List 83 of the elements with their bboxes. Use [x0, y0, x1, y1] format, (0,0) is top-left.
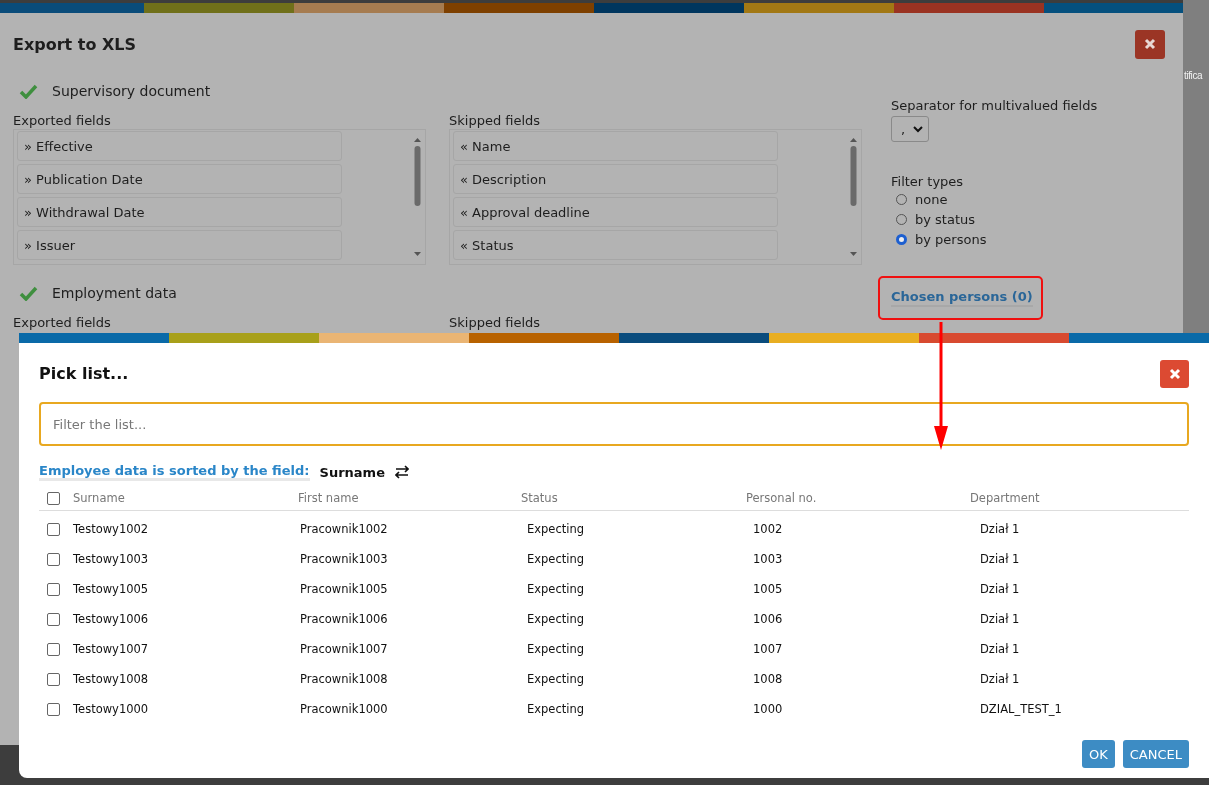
- cancel-button[interactable]: CANCEL: [1122, 740, 1189, 768]
- close-icon: [1144, 38, 1156, 50]
- table-cell-text: DZIAL_TEST_1: [979, 702, 1063, 716]
- field-label: Skipped fields: [449, 112, 542, 129]
- checkbox[interactable]: [47, 642, 60, 656]
- checkbox[interactable]: [47, 672, 60, 686]
- column-header[interactable]: Surname: [73, 491, 298, 505]
- checkbox[interactable]: [47, 522, 60, 536]
- table-cell-text: Dział 1: [979, 522, 1021, 536]
- radio-label: by status: [915, 211, 976, 227]
- table-cell-text: Expecting: [526, 642, 586, 656]
- page-text: tifica: [1184, 70, 1203, 81]
- table-cell-text: Dział 1: [979, 552, 1021, 566]
- table-cell-text: Testowy1002: [73, 522, 150, 536]
- table-cell-text: Pracownik1008: [299, 672, 389, 686]
- list-item[interactable]: » Issuer: [17, 230, 342, 260]
- list-item[interactable]: « Name: [453, 131, 778, 161]
- dialog-title: Pick list...: [39, 364, 129, 383]
- table-cell-text: 1005: [752, 582, 784, 596]
- table-cell-text: 1007: [752, 642, 784, 656]
- table-cell-text: Dział 1: [979, 642, 1021, 656]
- checkbox[interactable]: [47, 582, 60, 596]
- table-cell-text: Pracownik1005: [299, 582, 389, 596]
- section-title: Supervisory document: [52, 83, 211, 99]
- sort-field[interactable]: Surname: [319, 464, 385, 480]
- table-cell-text: 1006: [752, 612, 784, 626]
- table-cell-text: Testowy1007: [73, 642, 150, 656]
- column-header[interactable]: Personal no.: [746, 491, 970, 505]
- column-header[interactable]: Status: [521, 491, 746, 505]
- chevron-icon: [913, 125, 923, 133]
- close-button[interactable]: [1160, 359, 1189, 388]
- column-header[interactable]: Department: [970, 491, 1189, 505]
- field-label: Skipped fields: [449, 314, 542, 331]
- checkbox[interactable]: [47, 552, 60, 566]
- checkbox[interactable]: [47, 702, 60, 716]
- field-label: Filter types: [891, 174, 965, 189]
- swap-icon[interactable]: [394, 465, 409, 479]
- column-header[interactable]: First name: [298, 491, 521, 505]
- dialog-title: Export to XLS: [13, 34, 137, 54]
- table-cell-text: Pracownik1000: [299, 702, 389, 716]
- list-item[interactable]: « Approval deadline: [453, 197, 778, 227]
- radio-label: none: [915, 191, 948, 207]
- table-cell-text: Testowy1006: [73, 612, 150, 626]
- list-item[interactable]: » Effective: [17, 131, 342, 161]
- separator-dropdown[interactable]: ,: [891, 116, 929, 142]
- table-cell-text: 1000: [752, 702, 784, 716]
- list-item[interactable]: « Description: [453, 164, 778, 194]
- table-cell-text: Dział 1: [979, 612, 1021, 626]
- checkbox[interactable]: [47, 612, 60, 626]
- table-cell-text: Pracownik1002: [299, 522, 389, 536]
- table-cell-text: Expecting: [526, 552, 586, 566]
- checkbox[interactable]: [47, 491, 60, 505]
- field-label: Exported fields: [13, 314, 112, 331]
- section-title: Employment data: [52, 285, 177, 301]
- close-icon: [1168, 367, 1181, 380]
- table-cell-text: Pracownik1007: [299, 642, 389, 656]
- table-cell-text: Testowy1000: [73, 702, 150, 716]
- table-cell-text: Testowy1005: [73, 582, 150, 596]
- sort-label: Employee data is sorted by the field:: [39, 463, 310, 481]
- table-cell-text: Dział 1: [979, 672, 1021, 686]
- table-cell-text: Expecting: [526, 702, 586, 716]
- radio-label: by persons: [915, 231, 987, 247]
- table-cell-text: Testowy1003: [73, 552, 150, 566]
- table-cell-text: Pracownik1006: [299, 612, 389, 626]
- table-cell-text: Expecting: [526, 582, 586, 596]
- table-cell-text: 1003: [752, 552, 784, 566]
- field-label: Exported fields: [13, 112, 112, 129]
- filter-field[interactable]: Filter the list...: [39, 402, 1189, 446]
- table-cell-text: 1002: [752, 522, 784, 536]
- table-cell-text: Testowy1008: [73, 672, 150, 686]
- table-cell-text: Expecting: [526, 672, 586, 686]
- radio-button[interactable]: [896, 233, 907, 245]
- ok-button[interactable]: OK: [1082, 740, 1115, 768]
- table-cell-text: Pracownik1003: [299, 552, 389, 566]
- list-item[interactable]: » Withdrawal Date: [17, 197, 342, 227]
- list-item[interactable]: » Publication Date: [17, 164, 342, 194]
- table-cell-text: Expecting: [526, 522, 586, 536]
- field-label: Separator for multivalued fields: [891, 98, 1098, 113]
- close-button[interactable]: [1135, 29, 1165, 59]
- table-cell-text: 1008: [752, 672, 784, 686]
- table-cell-text: Expecting: [526, 612, 586, 626]
- table-cell-text: Dział 1: [979, 582, 1021, 596]
- list-item[interactable]: « Status: [453, 230, 778, 260]
